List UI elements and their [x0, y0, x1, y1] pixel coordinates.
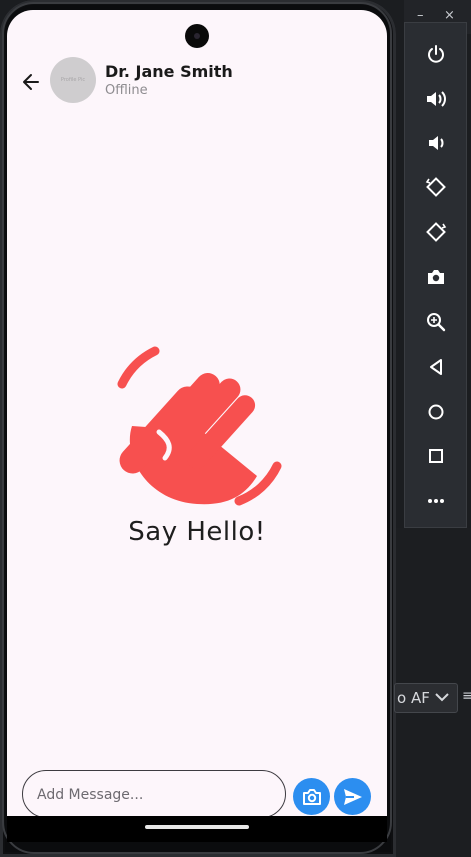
back-button[interactable] — [17, 68, 45, 96]
camera-button[interactable] — [293, 778, 330, 815]
rotate-right-icon — [426, 222, 447, 242]
zoom-icon — [427, 313, 446, 332]
rotate-left-button[interactable] — [419, 170, 453, 204]
overview-icon — [429, 449, 443, 463]
ide-device-dropdown-label: o AF — [397, 689, 430, 707]
nav-back-button[interactable] — [419, 350, 453, 384]
home-icon — [428, 404, 444, 420]
nav-home-button[interactable] — [419, 395, 453, 429]
more-icon — [428, 499, 444, 503]
back-icon — [430, 359, 442, 375]
avatar-placeholder-text: Profile Pic — [60, 77, 86, 83]
ide-device-dropdown[interactable]: o AF — [394, 683, 458, 713]
home-indicator[interactable] — [145, 825, 249, 829]
front-camera — [185, 24, 209, 48]
emulator-phone-frame: Profile Pic Dr. Jane Smith Offline Say H… — [0, 0, 396, 857]
arrow-left-icon — [23, 74, 39, 90]
gesture-nav-bar — [7, 816, 387, 842]
screenshot-button[interactable] — [419, 260, 453, 294]
volume-down-button[interactable] — [419, 126, 453, 160]
emulator-toolbar — [404, 22, 467, 528]
waving-hand-icon — [117, 346, 282, 506]
message-field[interactable] — [35, 783, 279, 807]
volume-up-icon — [427, 91, 446, 107]
rotate-right-button[interactable] — [419, 215, 453, 249]
minimize-button[interactable]: – — [417, 8, 424, 23]
volume-down-icon — [429, 136, 444, 150]
nav-overview-button[interactable] — [419, 439, 453, 473]
avatar[interactable]: Profile Pic — [50, 57, 96, 103]
contact-status: Offline — [105, 83, 148, 98]
rotate-left-icon — [425, 177, 446, 197]
contact-name[interactable]: Dr. Jane Smith — [105, 62, 233, 81]
more-button[interactable] — [419, 484, 453, 518]
zoom-button[interactable] — [419, 305, 453, 339]
screenshot-icon — [428, 270, 444, 284]
message-input[interactable] — [22, 770, 286, 816]
power-icon — [428, 45, 444, 63]
camera-icon — [302, 788, 321, 805]
volume-up-button[interactable] — [419, 82, 453, 116]
ide-menu-icon[interactable]: ≡ — [462, 688, 471, 704]
close-button[interactable]: × — [444, 8, 455, 23]
power-button[interactable] — [419, 37, 453, 71]
phone-screen: Profile Pic Dr. Jane Smith Offline Say H… — [7, 10, 387, 816]
send-icon — [343, 788, 362, 805]
send-button[interactable] — [334, 778, 371, 815]
chevron-down-icon — [435, 693, 449, 702]
empty-state-text: Say Hello! — [128, 517, 266, 547]
